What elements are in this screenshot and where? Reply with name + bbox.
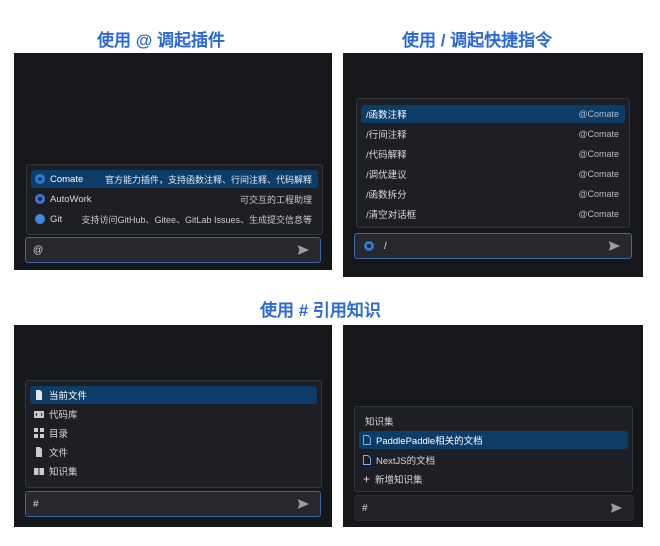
command-item[interactable]: /调优建议 @Comate xyxy=(361,165,625,183)
code-repo-icon xyxy=(34,411,44,418)
chat-input[interactable]: # xyxy=(354,495,634,521)
plus-icon: + xyxy=(363,472,371,486)
knowledge-item[interactable]: NextJS的文档 xyxy=(359,451,628,469)
grid-icon xyxy=(34,428,44,438)
input-text: # xyxy=(33,498,39,510)
knowledge-set-panel: 知识集 PaddlePaddle相关的文档 NextJS的文档 + 新增知识集 … xyxy=(343,325,643,527)
reference-item-file[interactable]: 文件 xyxy=(30,443,317,461)
command-popup: /函数注释 @Comate /行间注释 @Comate /代码解释 @Comate /… xyxy=(356,98,630,228)
document-icon xyxy=(363,435,371,445)
reference-item-directory[interactable]: 目录 xyxy=(30,424,317,442)
reference-item-code-repo[interactable]: 代码库 xyxy=(30,405,317,423)
plugin-item-git[interactable]: Git 支持访问GitHub、Gitee、GitLab Issues、生成提交信… xyxy=(31,210,318,228)
knowledge-item[interactable]: PaddlePaddle相关的文档 xyxy=(359,431,628,449)
reference-item-current-file[interactable]: 当前文件 xyxy=(30,386,317,404)
document-icon xyxy=(363,455,371,465)
heading-at-plugins: 使用 @ 调起插件 xyxy=(97,31,226,50)
comate-logo-icon xyxy=(35,174,45,184)
command-item[interactable]: /函数拆分 @Comate xyxy=(361,185,625,203)
chat-input[interactable]: @ xyxy=(25,237,321,263)
knowledge-popup: 知识集 PaddlePaddle相关的文档 NextJS的文档 + 新增知识集 xyxy=(354,406,633,492)
book-icon xyxy=(34,468,44,475)
plugin-item-comate[interactable]: Comate 官方能力插件，支持函数注释、行间注释、代码解释 xyxy=(31,170,318,188)
git-logo-icon xyxy=(35,214,45,224)
input-text: # xyxy=(362,502,368,514)
command-item[interactable]: /函数注释 @Comate xyxy=(361,105,625,123)
heading-slash-commands: 使用 / 调起快捷指令 xyxy=(402,31,553,50)
file-icon xyxy=(36,447,42,457)
comate-logo-icon xyxy=(364,241,374,251)
send-icon[interactable] xyxy=(297,244,310,256)
plugin-item-autowork[interactable]: AutoWork 可交互的工程助理 xyxy=(31,190,318,208)
plugin-popup: Comate 官方能力插件，支持函数注释、行间注释、代码解释 AutoWork … xyxy=(26,164,323,235)
add-knowledge-set-button[interactable]: + 新增知识集 xyxy=(359,470,628,488)
slash-command-panel: /函数注释 @Comate /行间注释 @Comate /代码解释 @Comate /… xyxy=(343,53,643,277)
send-icon[interactable] xyxy=(610,502,623,514)
input-text: @ xyxy=(33,244,44,256)
chat-input[interactable]: # xyxy=(25,491,321,517)
at-plugin-panel: Comate 官方能力插件，支持函数注释、行间注释、代码解释 AutoWork … xyxy=(14,53,332,270)
command-item[interactable]: /行间注释 @Comate xyxy=(361,125,625,143)
send-icon[interactable] xyxy=(608,240,621,252)
reference-item-knowledge-set[interactable]: 知识集 xyxy=(30,462,317,480)
command-item[interactable]: /清空对话框 @Comate xyxy=(361,205,625,223)
send-icon[interactable] xyxy=(297,498,310,510)
knowledge-popup-title: 知识集 xyxy=(365,417,394,428)
command-item[interactable]: /代码解释 @Comate xyxy=(361,145,625,163)
chat-input[interactable]: / xyxy=(354,233,632,259)
autowork-logo-icon xyxy=(35,194,45,204)
file-icon xyxy=(36,390,42,400)
heading-hash-knowledge: 使用 # 引用知识 xyxy=(260,301,381,320)
input-text: / xyxy=(384,240,387,252)
hash-reference-panel: 当前文件 代码库 目录 文件 知识集 # xyxy=(14,325,332,527)
reference-popup: 当前文件 代码库 目录 文件 知识集 xyxy=(25,380,322,488)
